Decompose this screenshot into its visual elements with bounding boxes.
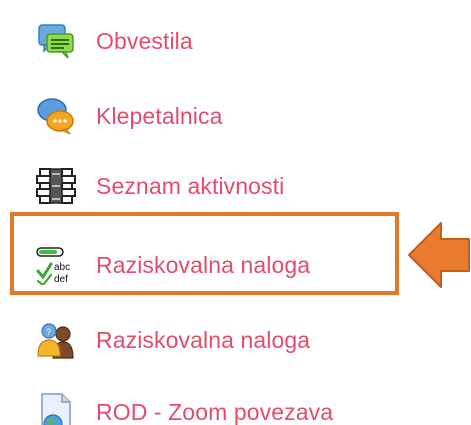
activity-list: Obvestila Klepetalnica Seznam aktivnosti…	[0, 0, 471, 425]
chat-icon	[36, 96, 76, 136]
activity-label[interactable]: Klepetalnica	[96, 103, 223, 130]
checklist-icon	[36, 166, 76, 206]
activity-label[interactable]: Raziskovalna naloga	[96, 327, 310, 354]
activity-label[interactable]: Obvestila	[96, 28, 193, 55]
group-icon: ?	[36, 320, 76, 360]
svg-text:?: ?	[46, 327, 51, 337]
arrow-left-icon	[408, 222, 470, 288]
highlight-frame	[10, 212, 399, 295]
activity-label[interactable]: ROD - Zoom povezava	[96, 399, 333, 425]
activity-link-obvestila[interactable]: Obvestila	[36, 19, 193, 63]
activity-link-rod-zoom[interactable]: ROD - Zoom povezava	[36, 390, 333, 425]
activity-link-raziskovalna-naloga-group[interactable]: ? Raziskovalna naloga	[36, 318, 310, 362]
forum-icon	[36, 21, 76, 61]
activity-label[interactable]: Seznam aktivnosti	[96, 173, 284, 200]
url-icon	[36, 392, 76, 425]
activity-link-seznam-aktivnosti[interactable]: Seznam aktivnosti	[36, 164, 284, 208]
activity-link-klepetalnica[interactable]: Klepetalnica	[36, 94, 223, 138]
